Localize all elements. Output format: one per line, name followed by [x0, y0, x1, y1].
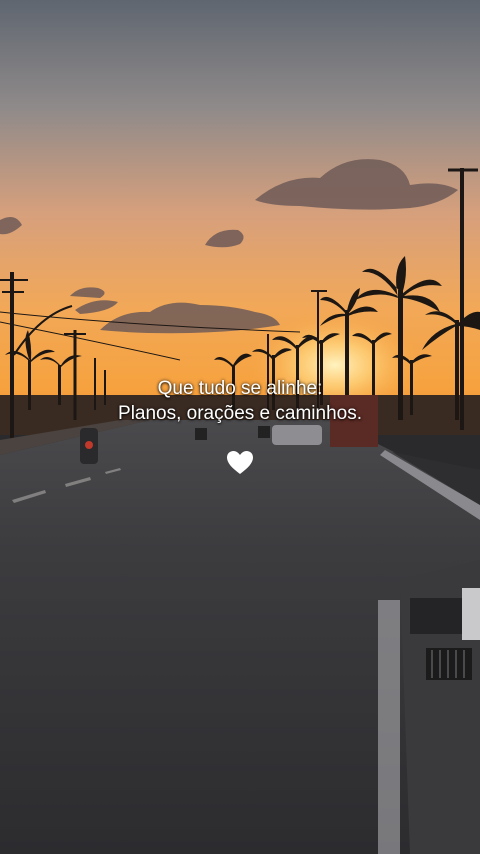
curb-post — [462, 588, 480, 640]
caption-line-2: Planos, orações e caminhos. — [118, 403, 362, 424]
white-heart-icon — [227, 451, 253, 474]
background-photo — [0, 0, 480, 854]
caption: Que tudo se alinhe: Planos, orações e ca… — [0, 376, 480, 426]
sunset-street-scene: Que tudo se alinhe: Planos, orações e ca… — [0, 0, 480, 854]
manhole — [410, 598, 466, 634]
lane-edge-line — [378, 600, 400, 854]
caption-line-1: Que tudo se alinhe: — [157, 378, 323, 399]
